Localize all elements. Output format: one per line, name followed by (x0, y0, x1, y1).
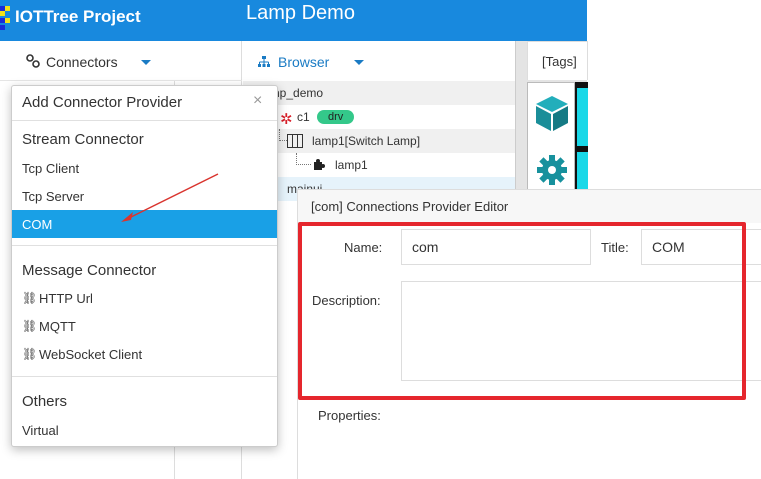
status-badge: drv (317, 110, 355, 124)
menu-item-label: Tcp Client (22, 161, 80, 176)
table-icon (287, 134, 303, 148)
link-icon: ⛓ (22, 347, 38, 361)
section-message-connector: Message Connector (22, 262, 157, 279)
tree-node-device[interactable]: lamp1[Switch Lamp] (243, 129, 515, 153)
browser-label[interactable]: Browser (278, 54, 329, 70)
menu-item-mqtt[interactable]: ⛓ MQTT (12, 312, 277, 340)
sitemap-icon (258, 56, 270, 67)
menu-item-virtual[interactable]: Virtual (12, 416, 277, 444)
connectors-label[interactable]: Connectors (46, 54, 118, 70)
app-title: IOTTree Project (15, 7, 141, 26)
tree-node-project[interactable]: np_demo (243, 81, 515, 105)
tab-label: [Tags] (542, 54, 577, 69)
tree-node-label: c1 (297, 110, 310, 124)
section-others: Others (22, 393, 68, 410)
puzzle-icon (314, 159, 325, 170)
section-stream-connector: Stream Connector (22, 131, 144, 148)
divider (12, 245, 277, 246)
gear-icon[interactable] (535, 153, 569, 187)
tab-tags[interactable]: [Tags] (527, 41, 588, 80)
tree-node-label: lamp1 (335, 158, 368, 172)
browser-toolbar[interactable]: Browser (243, 41, 515, 81)
project-title: Lamp Demo (246, 2, 355, 24)
menu-item-label: COM (22, 217, 53, 232)
tree-connector (296, 153, 311, 165)
dropdown-title: Add Connector Provider (22, 94, 183, 111)
menu-item-tcp-client[interactable]: Tcp Client (12, 154, 277, 182)
menu-item-label: Virtual (22, 423, 59, 438)
menu-item-label: HTTP Url (39, 291, 93, 306)
link-icon: ⛓ (22, 319, 38, 333)
menu-item-label: Tcp Server (22, 189, 85, 204)
gear-icon: ✲ (280, 111, 293, 128)
highlight-box (298, 222, 746, 400)
dialog-title: [com] Connections Provider Editor (311, 199, 509, 214)
logo-icon (0, 6, 12, 32)
chevron-down-icon[interactable] (141, 60, 151, 65)
menu-item-http-url[interactable]: ⛓ HTTP Url (12, 284, 277, 312)
menu-item-label: WebSocket Client (39, 347, 143, 362)
tree-connector (279, 129, 287, 141)
tree-node-tag[interactable]: lamp1 (243, 153, 515, 177)
properties-label: Properties: (318, 408, 381, 423)
connectors-toolbar[interactable]: Connectors (0, 41, 242, 81)
link-icon: ⛓ (22, 291, 38, 305)
menu-item-com[interactable]: COM (12, 210, 277, 238)
add-connector-dropdown: Add Connector Provider × Stream Connecto… (11, 85, 278, 447)
close-icon[interactable]: × (253, 92, 262, 110)
tree-node-label: np_demo (273, 86, 324, 100)
tree-node-channel[interactable]: ✲ c1 drv (243, 105, 515, 129)
tree-node-label: lamp1[Switch Lamp] (312, 134, 421, 148)
divider (12, 376, 277, 377)
dialog-header: [com] Connections Provider Editor (298, 190, 761, 223)
link-icon (26, 54, 40, 71)
menu-item-websocket-client[interactable]: ⛓ WebSocket Client (12, 340, 277, 368)
chevron-down-icon[interactable] (354, 60, 364, 65)
cube-icon[interactable] (532, 93, 572, 133)
menu-item-label: MQTT (39, 319, 76, 334)
divider (12, 120, 277, 121)
menu-item-tcp-server[interactable]: Tcp Server (12, 182, 277, 210)
app-header: IOTTree Project Lamp Demo (0, 0, 587, 41)
